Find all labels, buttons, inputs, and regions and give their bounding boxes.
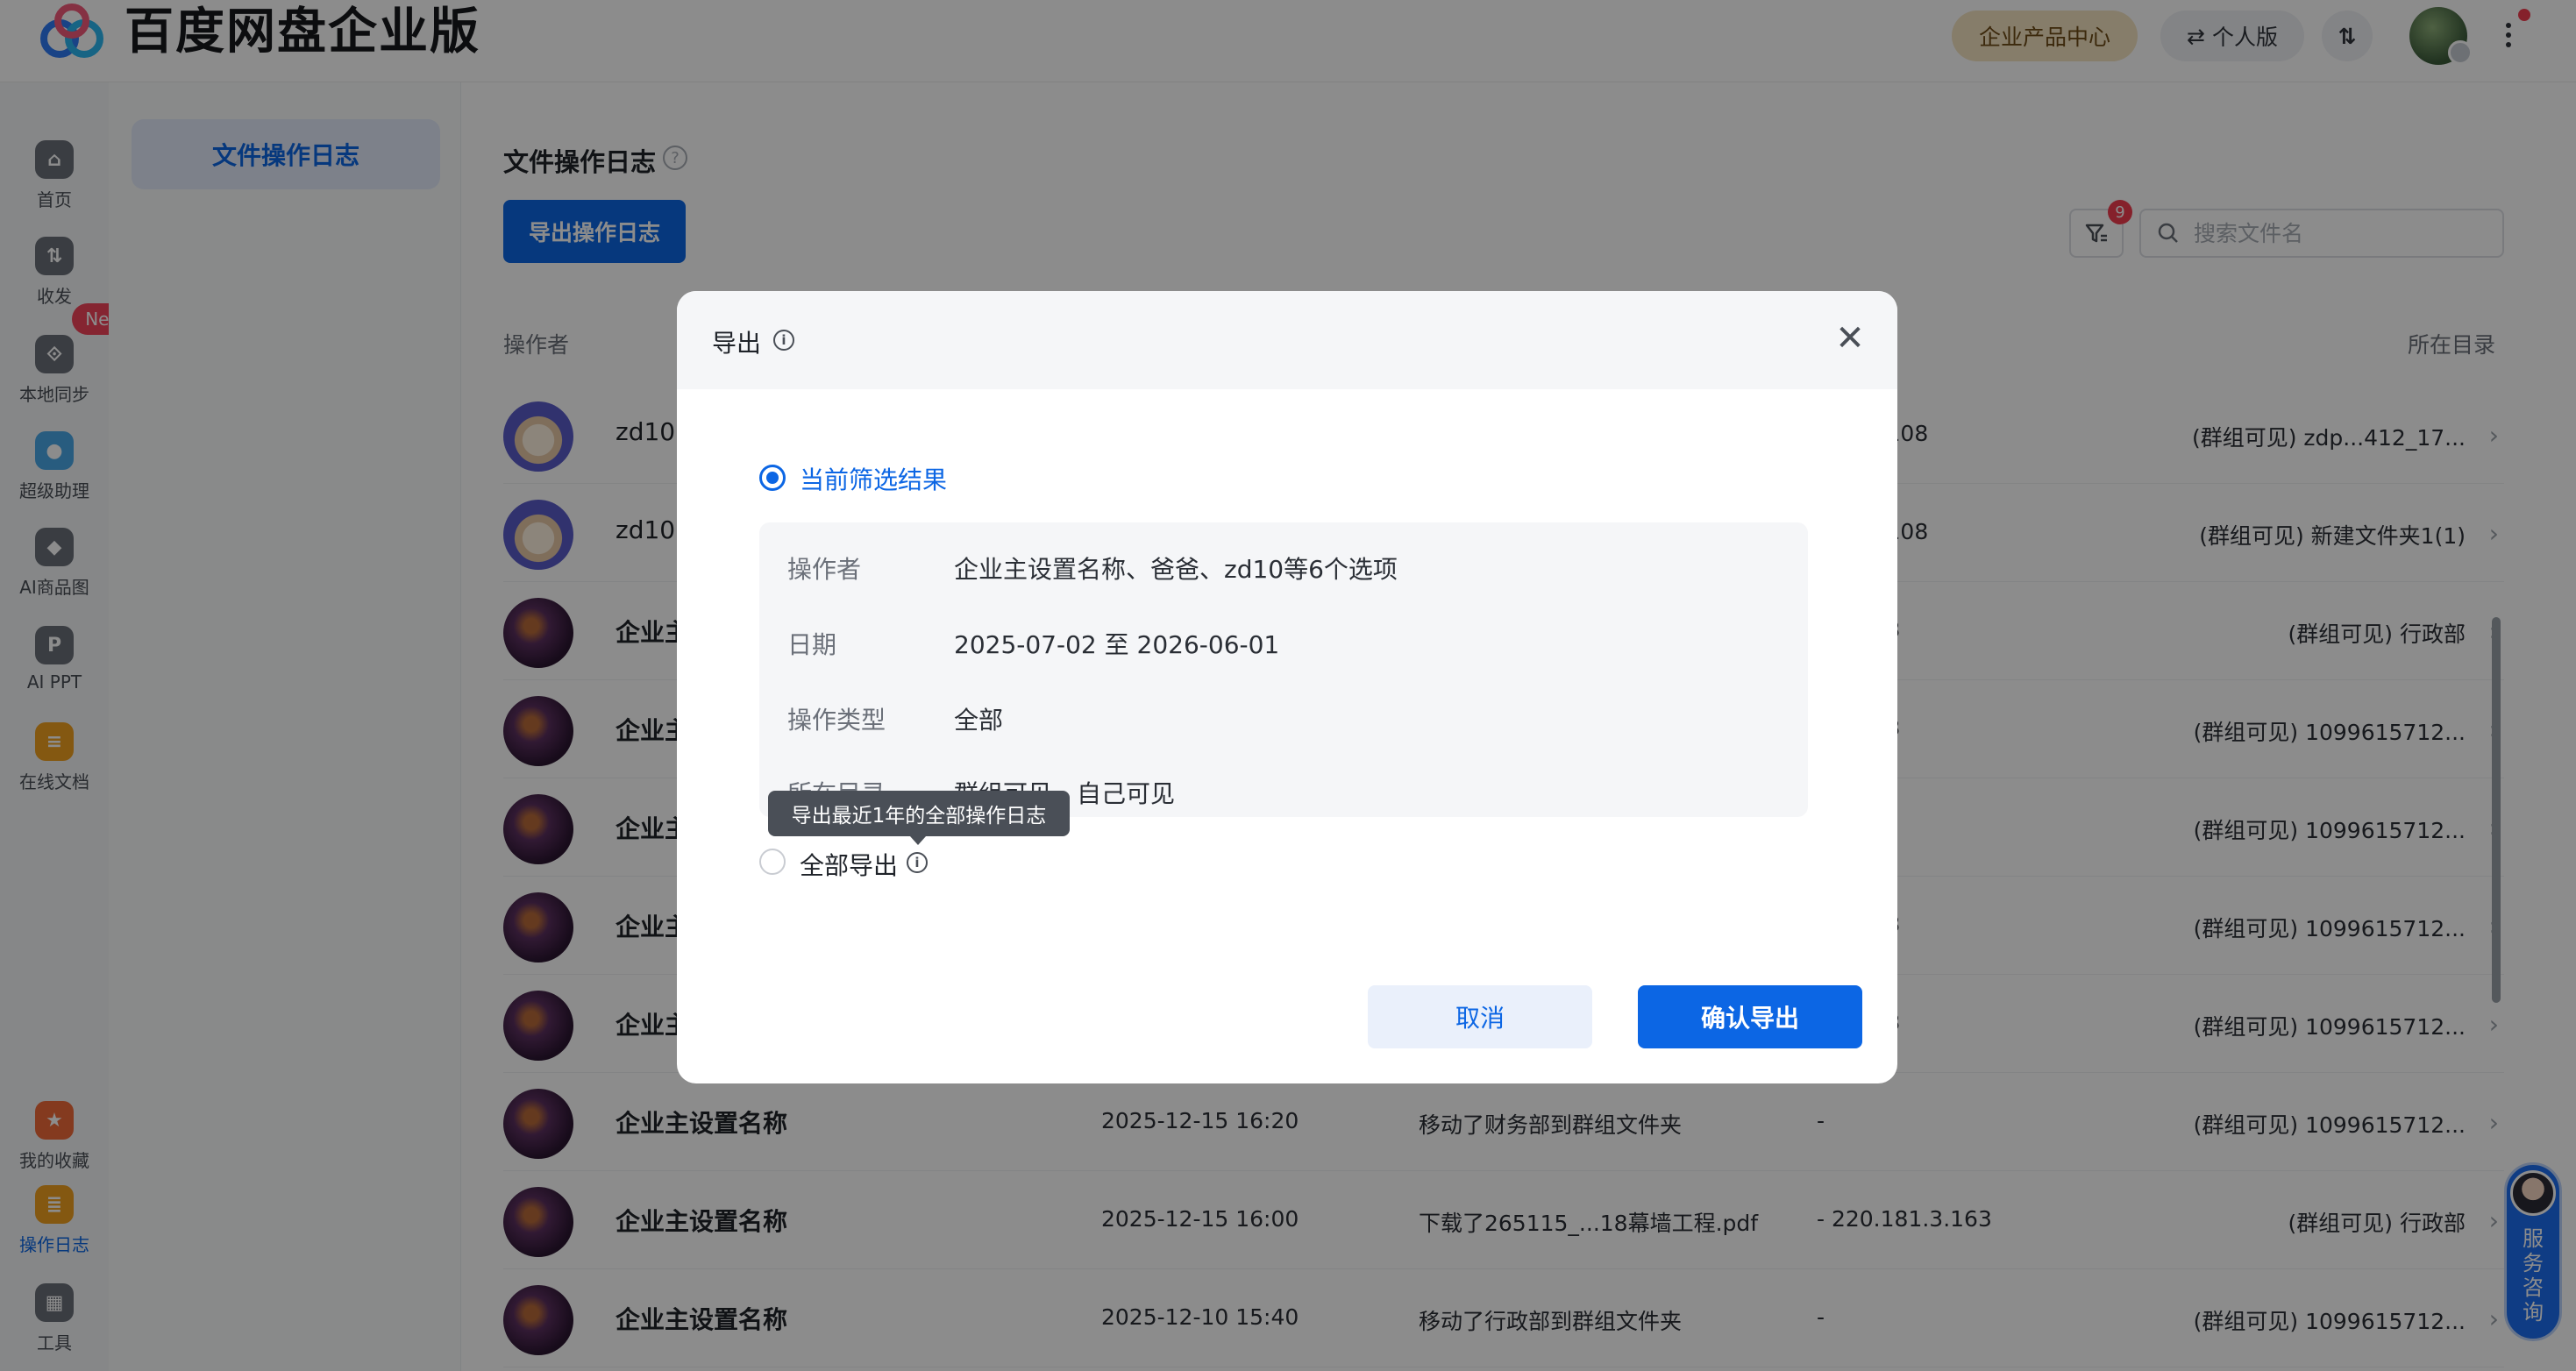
tooltip: 导出最近1年的全部操作日志: [768, 791, 1070, 836]
radio-export-all-label[interactable]: 全部导出: [800, 847, 898, 882]
radio-current-filter-label[interactable]: 当前筛选结果: [800, 461, 947, 496]
filter-summary-panel: 操作者 企业主设置名称、爸爸、zd10等6个选项 日期 2025-07-02 至…: [759, 522, 1808, 817]
dialog-header: 导出 i ✕: [677, 291, 1897, 389]
cancel-button[interactable]: 取消: [1368, 985, 1592, 1048]
summary-type-key: 操作类型: [787, 706, 886, 735]
summary-operator-value: 企业主设置名称、爸爸、zd10等6个选项: [954, 555, 1398, 584]
tooltip-arrow: [910, 836, 926, 845]
summary-type-value: 全部: [954, 706, 1004, 735]
export-dialog: 导出 i ✕ 当前筛选结果 操作者 企业主设置名称、爸爸、zd10等6个选项 日…: [677, 291, 1897, 1083]
dialog-title: 导出: [712, 329, 762, 358]
confirm-export-button[interactable]: 确认导出: [1638, 985, 1862, 1048]
info-icon[interactable]: i: [907, 852, 928, 873]
summary-date-value: 2025-07-02 至 2026-06-01: [954, 630, 1280, 659]
radio-current-filter[interactable]: [759, 465, 786, 491]
summary-date-key: 日期: [787, 630, 837, 659]
info-icon[interactable]: i: [773, 330, 794, 351]
close-icon[interactable]: ✕: [1832, 321, 1868, 356]
radio-export-all[interactable]: [759, 849, 786, 875]
summary-operator-key: 操作者: [787, 555, 862, 584]
